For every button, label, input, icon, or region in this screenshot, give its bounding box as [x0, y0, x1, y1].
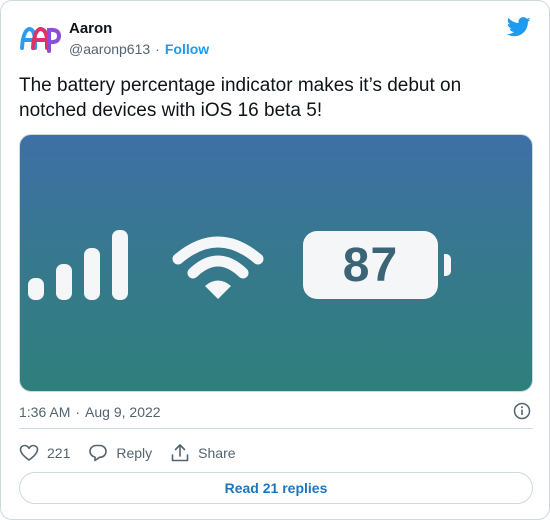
info-icon[interactable]: [513, 402, 531, 420]
heart-icon: [19, 444, 39, 461]
reply-bubble-icon: [89, 444, 108, 462]
reply-button[interactable]: Reply: [88, 443, 152, 463]
tweet-time: 1:36 AM: [19, 404, 71, 420]
wifi-icon: [172, 236, 264, 299]
like-button[interactable]: 221: [19, 443, 70, 463]
follow-button[interactable]: Follow: [165, 41, 209, 57]
share-button[interactable]: Share: [170, 443, 236, 463]
divider: [19, 428, 533, 429]
battery-nub: [444, 254, 451, 276]
tweet-date: Aug 9, 2022: [85, 404, 161, 420]
reply-label: Reply: [116, 445, 153, 461]
tweet-timestamp[interactable]: 1:36 AM · Aug 9, 2022: [19, 404, 161, 420]
author-handle-row: @aaronp613 · Follow: [69, 41, 209, 57]
separator-dot: ·: [155, 41, 160, 57]
action-bar: 221 Reply Share: [19, 443, 254, 463]
twitter-bird-icon[interactable]: [507, 17, 531, 37]
battery-indicator: 87: [303, 231, 438, 299]
author-name[interactable]: Aaron: [69, 20, 112, 37]
tweet-card: Aaron @aaronp613 · Follow The battery pe…: [0, 0, 550, 520]
battery-percentage: 87: [342, 238, 399, 292]
tweet-text: The battery percentage indicator makes i…: [19, 75, 462, 121]
tweet-media-image[interactable]: 87: [19, 134, 533, 392]
separator-dot: ·: [75, 404, 81, 420]
like-count: 221: [47, 445, 71, 461]
share-icon: [171, 444, 189, 462]
cellular-signal-icon: [28, 230, 128, 300]
avatar[interactable]: [19, 21, 63, 57]
author-handle[interactable]: @aaronp613: [69, 41, 150, 57]
share-label: Share: [198, 445, 236, 461]
read-replies-button[interactable]: Read 21 replies: [19, 472, 533, 504]
